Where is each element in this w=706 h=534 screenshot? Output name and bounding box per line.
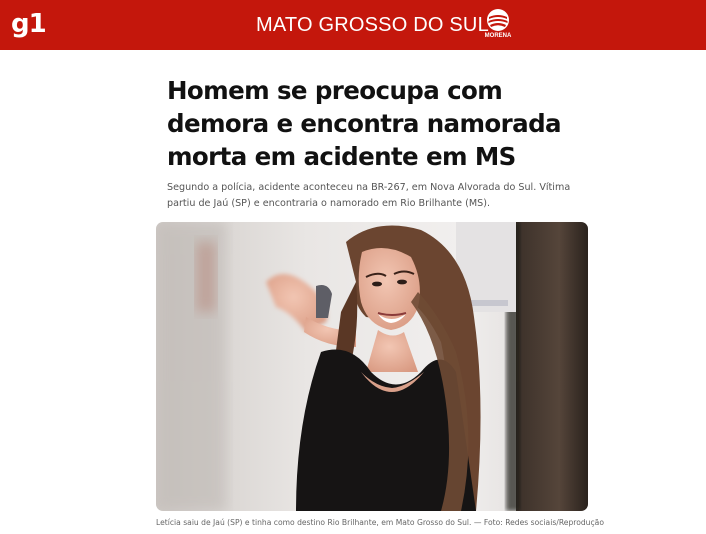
article-subtitle: Segundo a polícia, acidente aconteceu na…	[167, 182, 571, 209]
region-title[interactable]: MATO GROSSO DO SUL	[256, 12, 489, 38]
tv-morena-icon	[487, 9, 509, 31]
photo-of-woman-icon	[156, 222, 588, 511]
g1-logo[interactable]: g1	[11, 9, 47, 39]
photo-caption: Letícia saiu de Jaú (SP) e tinha como de…	[156, 518, 604, 527]
article-photo[interactable]	[156, 222, 588, 511]
affiliate-label: MORENA	[484, 33, 512, 39]
site-header: g1 MATO GROSSO DO SUL MORENA	[0, 0, 706, 50]
affiliate-logo[interactable]: MORENA	[482, 8, 514, 44]
article-headline: Homem se preocupa com demora e encontra …	[167, 76, 562, 171]
